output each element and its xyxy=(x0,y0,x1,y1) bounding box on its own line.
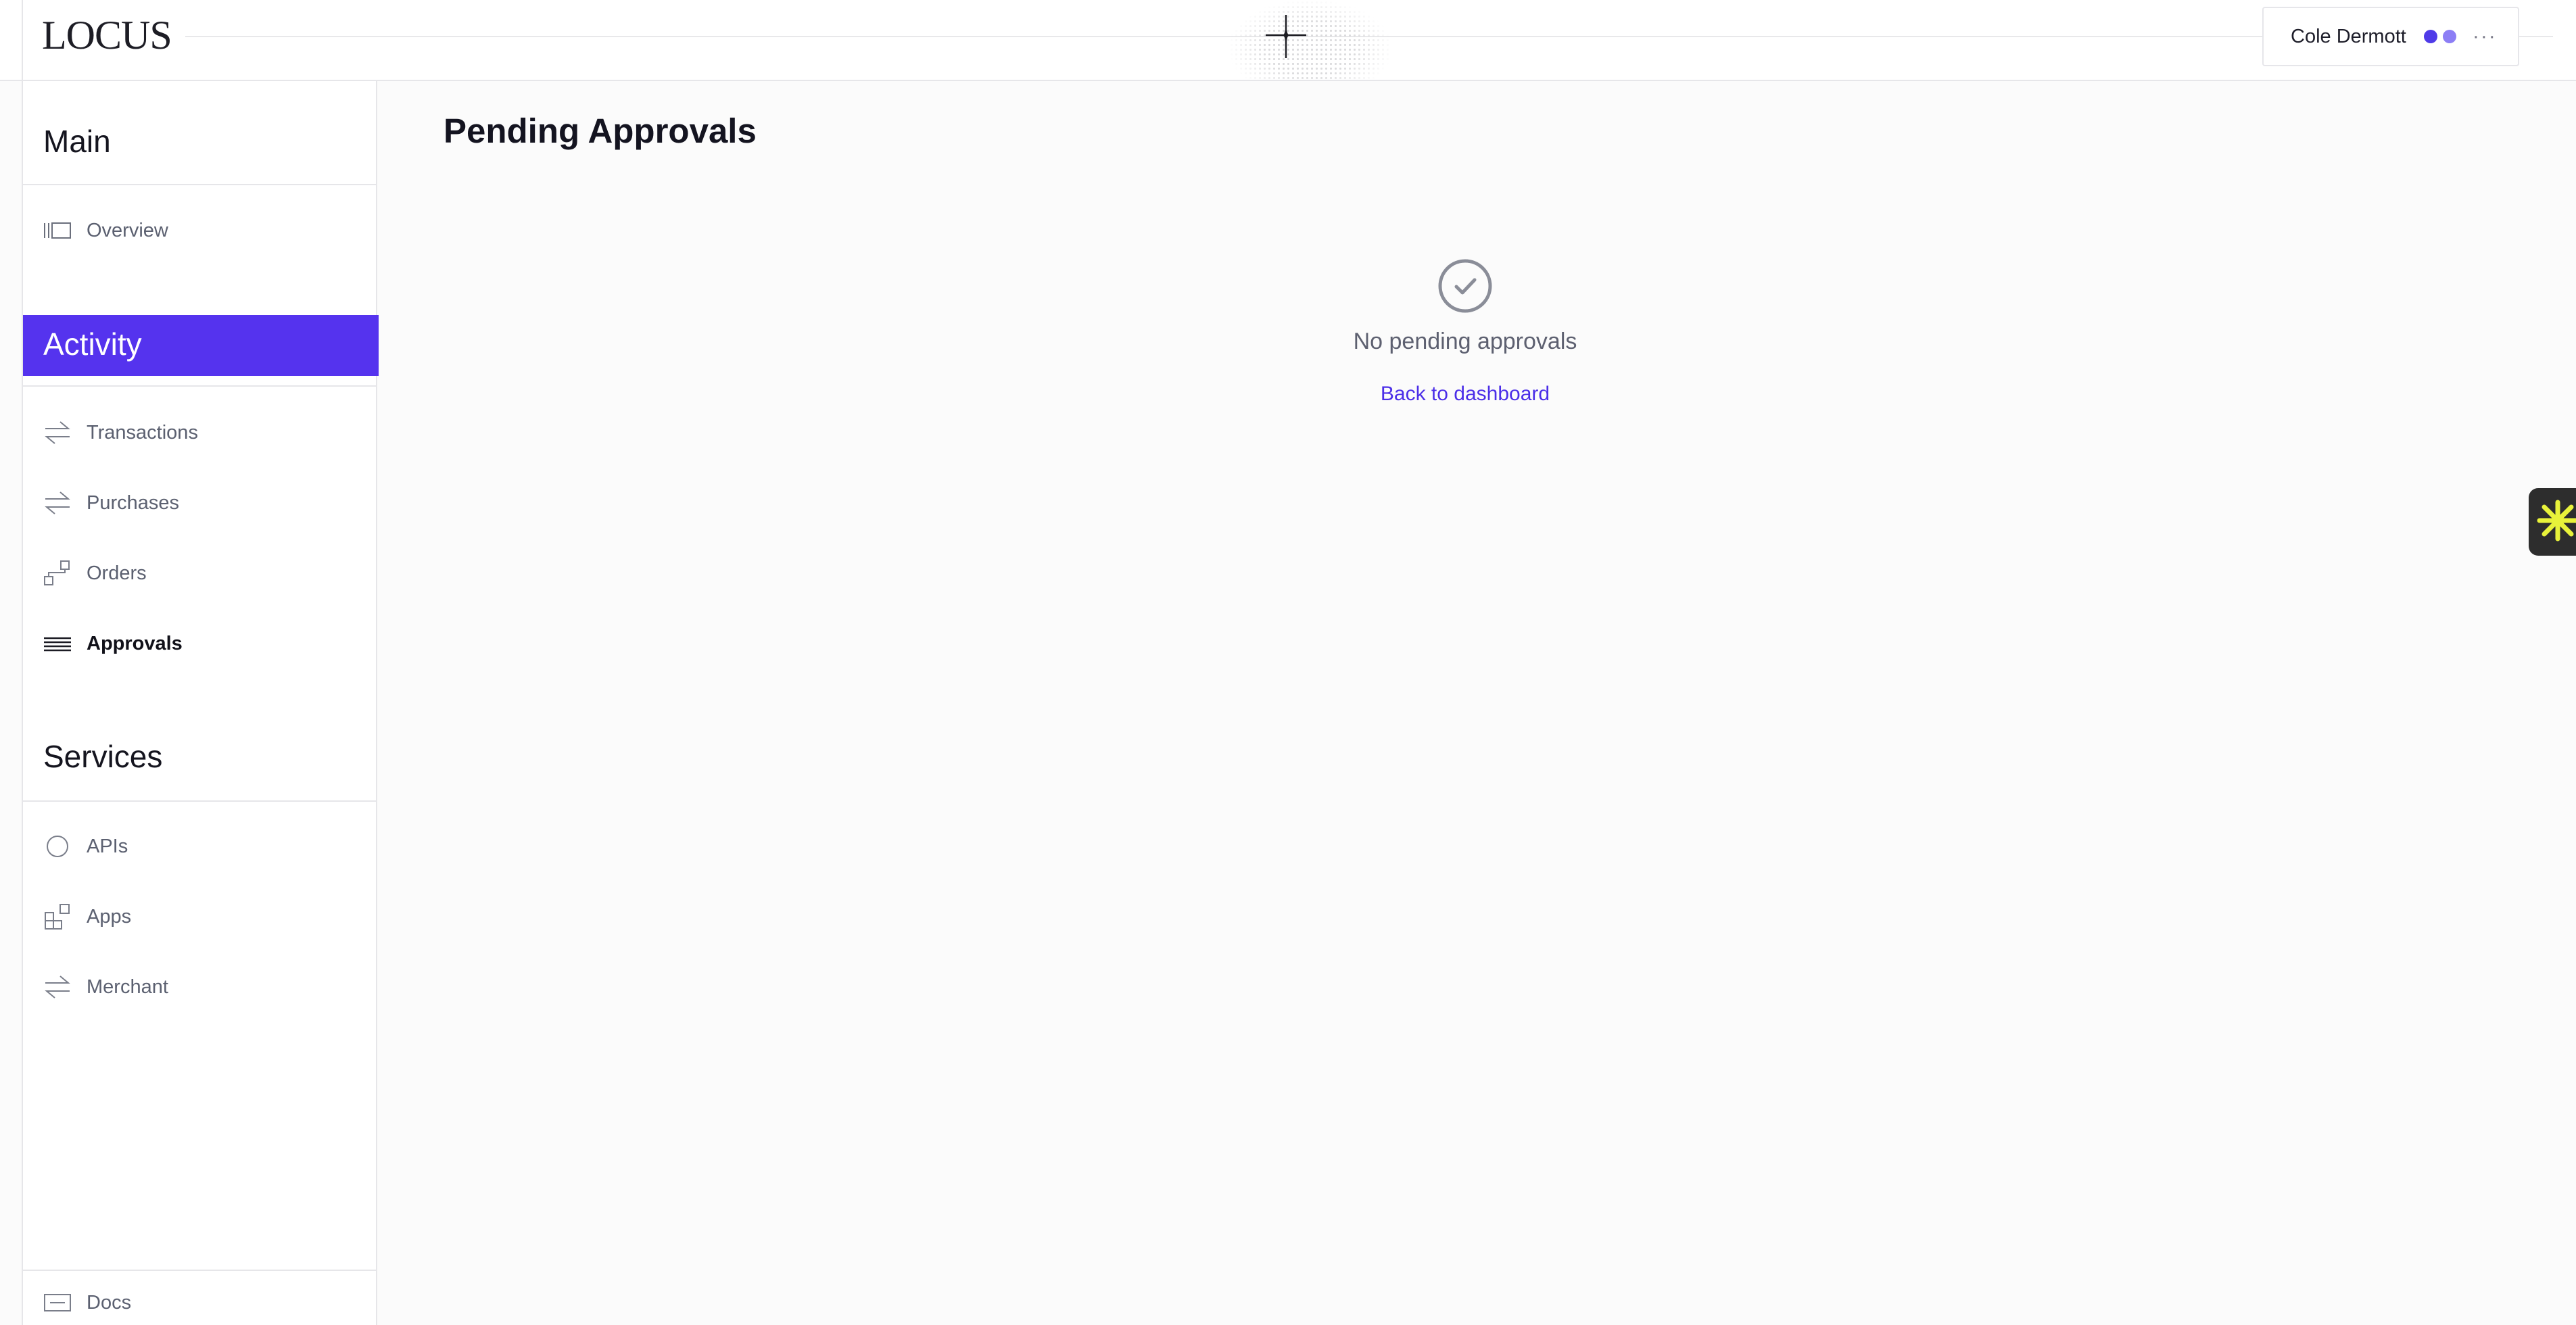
sidebar-item-label: Orders xyxy=(87,562,147,584)
overview-icon xyxy=(43,216,72,245)
arrows-exchange-icon xyxy=(43,973,72,1001)
logo[interactable]: LOCUS xyxy=(42,14,185,57)
sidebar-item-label: Approvals xyxy=(87,632,183,654)
docs-icon xyxy=(43,1288,72,1317)
sidebar-item-orders[interactable]: Orders xyxy=(43,556,368,590)
sidebar: Main Overview Activity Transactions Purc… xyxy=(22,81,379,1325)
main-content: Pending Approvals No pending approvals B… xyxy=(379,81,2576,1325)
list-icon xyxy=(43,629,72,658)
sidebar-item-apis[interactable]: APIs xyxy=(43,829,368,863)
section-divider xyxy=(23,800,377,802)
section-title-services: Services xyxy=(43,739,163,774)
top-header: LOCUS Cole Dermott ··· xyxy=(0,0,2576,81)
circle-icon xyxy=(43,832,72,861)
sidebar-item-label: Transactions xyxy=(87,421,198,443)
page-title: Pending Approvals xyxy=(444,112,757,150)
status-dots xyxy=(2423,30,2456,43)
header-divider xyxy=(22,0,23,81)
sidebar-item-purchases[interactable]: Purchases xyxy=(43,486,368,520)
sidebar-item-overview[interactable]: Overview xyxy=(43,214,368,247)
sidebar-item-label: Apps xyxy=(87,905,132,927)
user-name: Cole Dermott xyxy=(2291,25,2406,47)
user-menu[interactable]: Cole Dermott ··· xyxy=(2262,7,2519,66)
section-title-activity: Activity xyxy=(43,327,142,362)
check-circle-icon xyxy=(1437,258,1493,314)
sidebar-item-transactions[interactable]: Transactions xyxy=(43,416,368,450)
sidebar-item-approvals[interactable]: Approvals xyxy=(43,627,368,660)
more-options-icon[interactable]: ··· xyxy=(2473,26,2497,47)
asterisk-icon xyxy=(2537,500,2576,545)
sidebar-item-label: Purchases xyxy=(87,491,180,514)
apps-grid-icon xyxy=(43,902,72,931)
sidebar-item-label: Docs xyxy=(87,1291,132,1314)
back-to-dashboard-link[interactable]: Back to dashboard xyxy=(1262,383,1668,406)
sidebar-item-label: APIs xyxy=(87,835,128,857)
status-dot xyxy=(2423,30,2437,43)
crosshair-icon xyxy=(1264,15,1308,58)
status-dot xyxy=(2442,30,2456,43)
empty-state-message: No pending approvals xyxy=(1353,329,1577,354)
section-header-activity: Activity xyxy=(23,315,379,376)
sidebar-item-label: Overview xyxy=(87,219,168,241)
section-title-main: Main xyxy=(43,124,111,159)
app-frame: LOCUS Cole Dermott ··· Main Overview Act… xyxy=(0,0,2576,1325)
arrows-exchange-icon xyxy=(43,489,72,517)
orders-icon xyxy=(43,559,72,587)
arrows-exchange-icon xyxy=(43,418,72,447)
sidebar-item-docs[interactable]: Docs xyxy=(43,1286,368,1320)
globe-graphic xyxy=(1229,0,1391,81)
sidebar-item-apps[interactable]: Apps xyxy=(43,900,368,934)
footer-divider xyxy=(23,1270,377,1271)
section-divider xyxy=(23,385,377,387)
section-divider xyxy=(23,184,377,185)
assistant-widget[interactable] xyxy=(2529,488,2576,556)
sidebar-item-merchant[interactable]: Merchant xyxy=(43,970,368,1004)
sidebar-item-label: Merchant xyxy=(87,975,168,998)
